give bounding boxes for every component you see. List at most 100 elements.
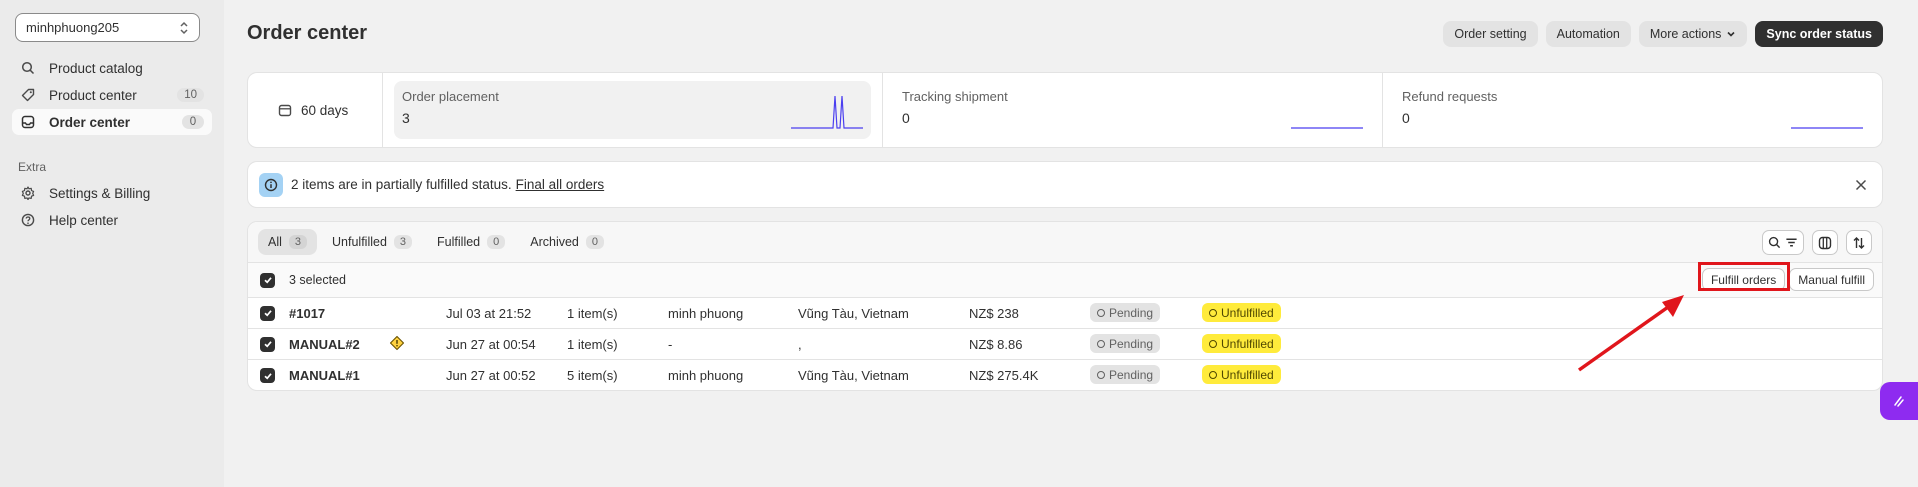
tab-count: 0 <box>585 235 605 249</box>
main-nav: Product catalog Product center 10 Order … <box>12 55 212 135</box>
filter-tabs: All 3 Unfulfilled 3 Fulfilled 0 Archived… <box>248 222 1882 263</box>
fulfillment-badge: Unfulfilled <box>1202 334 1281 353</box>
status-badge: Pending <box>1090 365 1161 384</box>
sparkle-icon <box>1894 396 1904 407</box>
inbox-icon <box>20 114 36 130</box>
select-all-checkbox[interactable] <box>260 272 275 288</box>
stats-card: 60 days Order placement 3 Tracking shipm… <box>247 72 1883 148</box>
tab-fulfilled[interactable]: Fulfilled 0 <box>427 229 515 255</box>
row-checkbox[interactable] <box>260 368 275 383</box>
tab-count: 3 <box>393 235 413 249</box>
store-selector[interactable]: minhphuong205 <box>15 13 200 42</box>
tab-unfulfilled[interactable]: Unfulfilled 3 <box>322 229 422 255</box>
info-icon <box>259 172 283 197</box>
sort-button[interactable] <box>1846 230 1872 255</box>
sidebar-item-label: Order center <box>49 114 131 130</box>
sync-order-status-button[interactable]: Sync order status <box>1755 21 1883 47</box>
annotation-highlight-box <box>1698 262 1790 291</box>
more-actions-label: More actions <box>1649 27 1722 41</box>
date-range-label: 60 days <box>301 102 349 118</box>
chevron-down-icon <box>1727 31 1735 37</box>
fulfillment-badge: Unfulfilled <box>1202 365 1281 384</box>
sidebar-item-order-center[interactable]: Order center 0 <box>12 109 212 135</box>
sidebar-item-help-center[interactable]: Help center <box>12 207 212 233</box>
status-dot-icon <box>1097 370 1105 379</box>
order-customer: minh phuong <box>668 306 744 321</box>
sidebar-item-label: Help center <box>49 212 119 228</box>
order-total: NZ$ 275.4K <box>969 368 1039 383</box>
stat-tracking-shipment[interactable]: Tracking shipment 0 <box>883 73 1383 147</box>
fulfillment-label: Unfulfilled <box>1221 305 1274 320</box>
sidebar-item-product-center[interactable]: Product center 10 <box>12 82 212 108</box>
status-dot-icon <box>1209 308 1217 317</box>
order-id[interactable]: #1017 <box>289 306 325 321</box>
tab-count: 3 <box>288 235 308 249</box>
selected-count: 3 selected <box>289 273 346 287</box>
sparkline-chart <box>791 95 863 129</box>
order-items: 1 item(s) <box>567 337 618 352</box>
date-range-picker[interactable]: 60 days <box>248 73 383 147</box>
stat-order-placement[interactable]: Order placement 3 <box>383 73 883 147</box>
order-date: Jul 03 at 21:52 <box>446 306 532 321</box>
tab-count: 0 <box>487 235 506 249</box>
order-total: NZ$ 238 <box>969 306 1019 321</box>
page-header: Order center Order setting Automation Mo… <box>247 0 1883 66</box>
order-id[interactable]: MANUAL#1 <box>289 368 360 383</box>
sidebar-item-product-catalog[interactable]: Product catalog <box>12 55 212 81</box>
info-banner: 2 items are in partially fulfilled statu… <box>247 161 1883 208</box>
count-badge: 0 <box>182 115 204 129</box>
search-icon <box>1768 236 1781 249</box>
close-icon[interactable] <box>1852 176 1870 194</box>
order-items: 1 item(s) <box>567 306 618 321</box>
main-content: Order center Order setting Automation Mo… <box>247 0 1883 391</box>
order-date: Jun 27 at 00:52 <box>446 368 536 383</box>
warning-icon <box>389 335 405 354</box>
columns-icon <box>1818 236 1832 249</box>
status-dot-icon <box>1097 308 1105 317</box>
status-label: Pending <box>1109 305 1154 320</box>
header-actions: Order setting Automation More actions Sy… <box>1443 21 1883 47</box>
search-icon <box>20 60 36 76</box>
order-customer: - <box>668 337 673 352</box>
order-location: , <box>798 337 802 352</box>
stat-refund-requests[interactable]: Refund requests 0 <box>1383 73 1882 147</box>
calendar-icon <box>278 104 292 117</box>
chat-widget-button[interactable] <box>1880 382 1918 420</box>
order-location: Vũng Tàu, Vietnam <box>798 368 909 383</box>
gear-icon <box>20 185 36 201</box>
filter-icon <box>1786 238 1797 247</box>
sort-icon <box>1853 236 1865 249</box>
tab-archived[interactable]: Archived 0 <box>520 229 614 255</box>
annotation-arrow <box>1577 295 1684 372</box>
status-label: Pending <box>1109 367 1154 382</box>
row-checkbox[interactable] <box>260 305 275 321</box>
order-id[interactable]: MANUAL#2 <box>289 337 360 352</box>
status-badge: Pending <box>1090 334 1161 353</box>
more-actions-button[interactable]: More actions <box>1638 21 1748 47</box>
count-badge: 10 <box>177 88 204 102</box>
columns-button[interactable] <box>1812 230 1838 255</box>
final-all-orders-link[interactable]: Final all orders <box>516 177 605 192</box>
table-tools <box>1762 230 1872 255</box>
row-checkbox[interactable] <box>260 336 275 352</box>
order-setting-button[interactable]: Order setting <box>1443 21 1538 47</box>
chevron-updown-icon <box>179 21 189 35</box>
tab-label: All <box>268 235 282 249</box>
status-dot-icon <box>1097 339 1105 348</box>
store-name: minhphuong205 <box>26 20 120 35</box>
search-filter-button[interactable] <box>1762 230 1804 255</box>
banner-text: 2 items are in partially fulfilled statu… <box>291 177 512 192</box>
tab-all[interactable]: All 3 <box>258 229 318 255</box>
status-badge: Pending <box>1090 303 1161 322</box>
sparkline-chart <box>1791 127 1863 129</box>
sidebar: minhphuong205 Product catalog Product ce… <box>0 0 224 487</box>
order-location: Vũng Tàu, Vietnam <box>798 306 909 321</box>
tag-icon <box>20 87 36 103</box>
order-date: Jun 27 at 00:54 <box>446 337 536 352</box>
manual-fulfill-button[interactable]: Manual fulfill <box>1789 268 1874 291</box>
order-items: 5 item(s) <box>567 368 618 383</box>
automation-button[interactable]: Automation <box>1545 21 1631 47</box>
order-total: NZ$ 8.86 <box>969 337 1023 352</box>
sidebar-item-settings-billing[interactable]: Settings & Billing <box>12 180 212 206</box>
help-circle-icon <box>20 212 36 228</box>
